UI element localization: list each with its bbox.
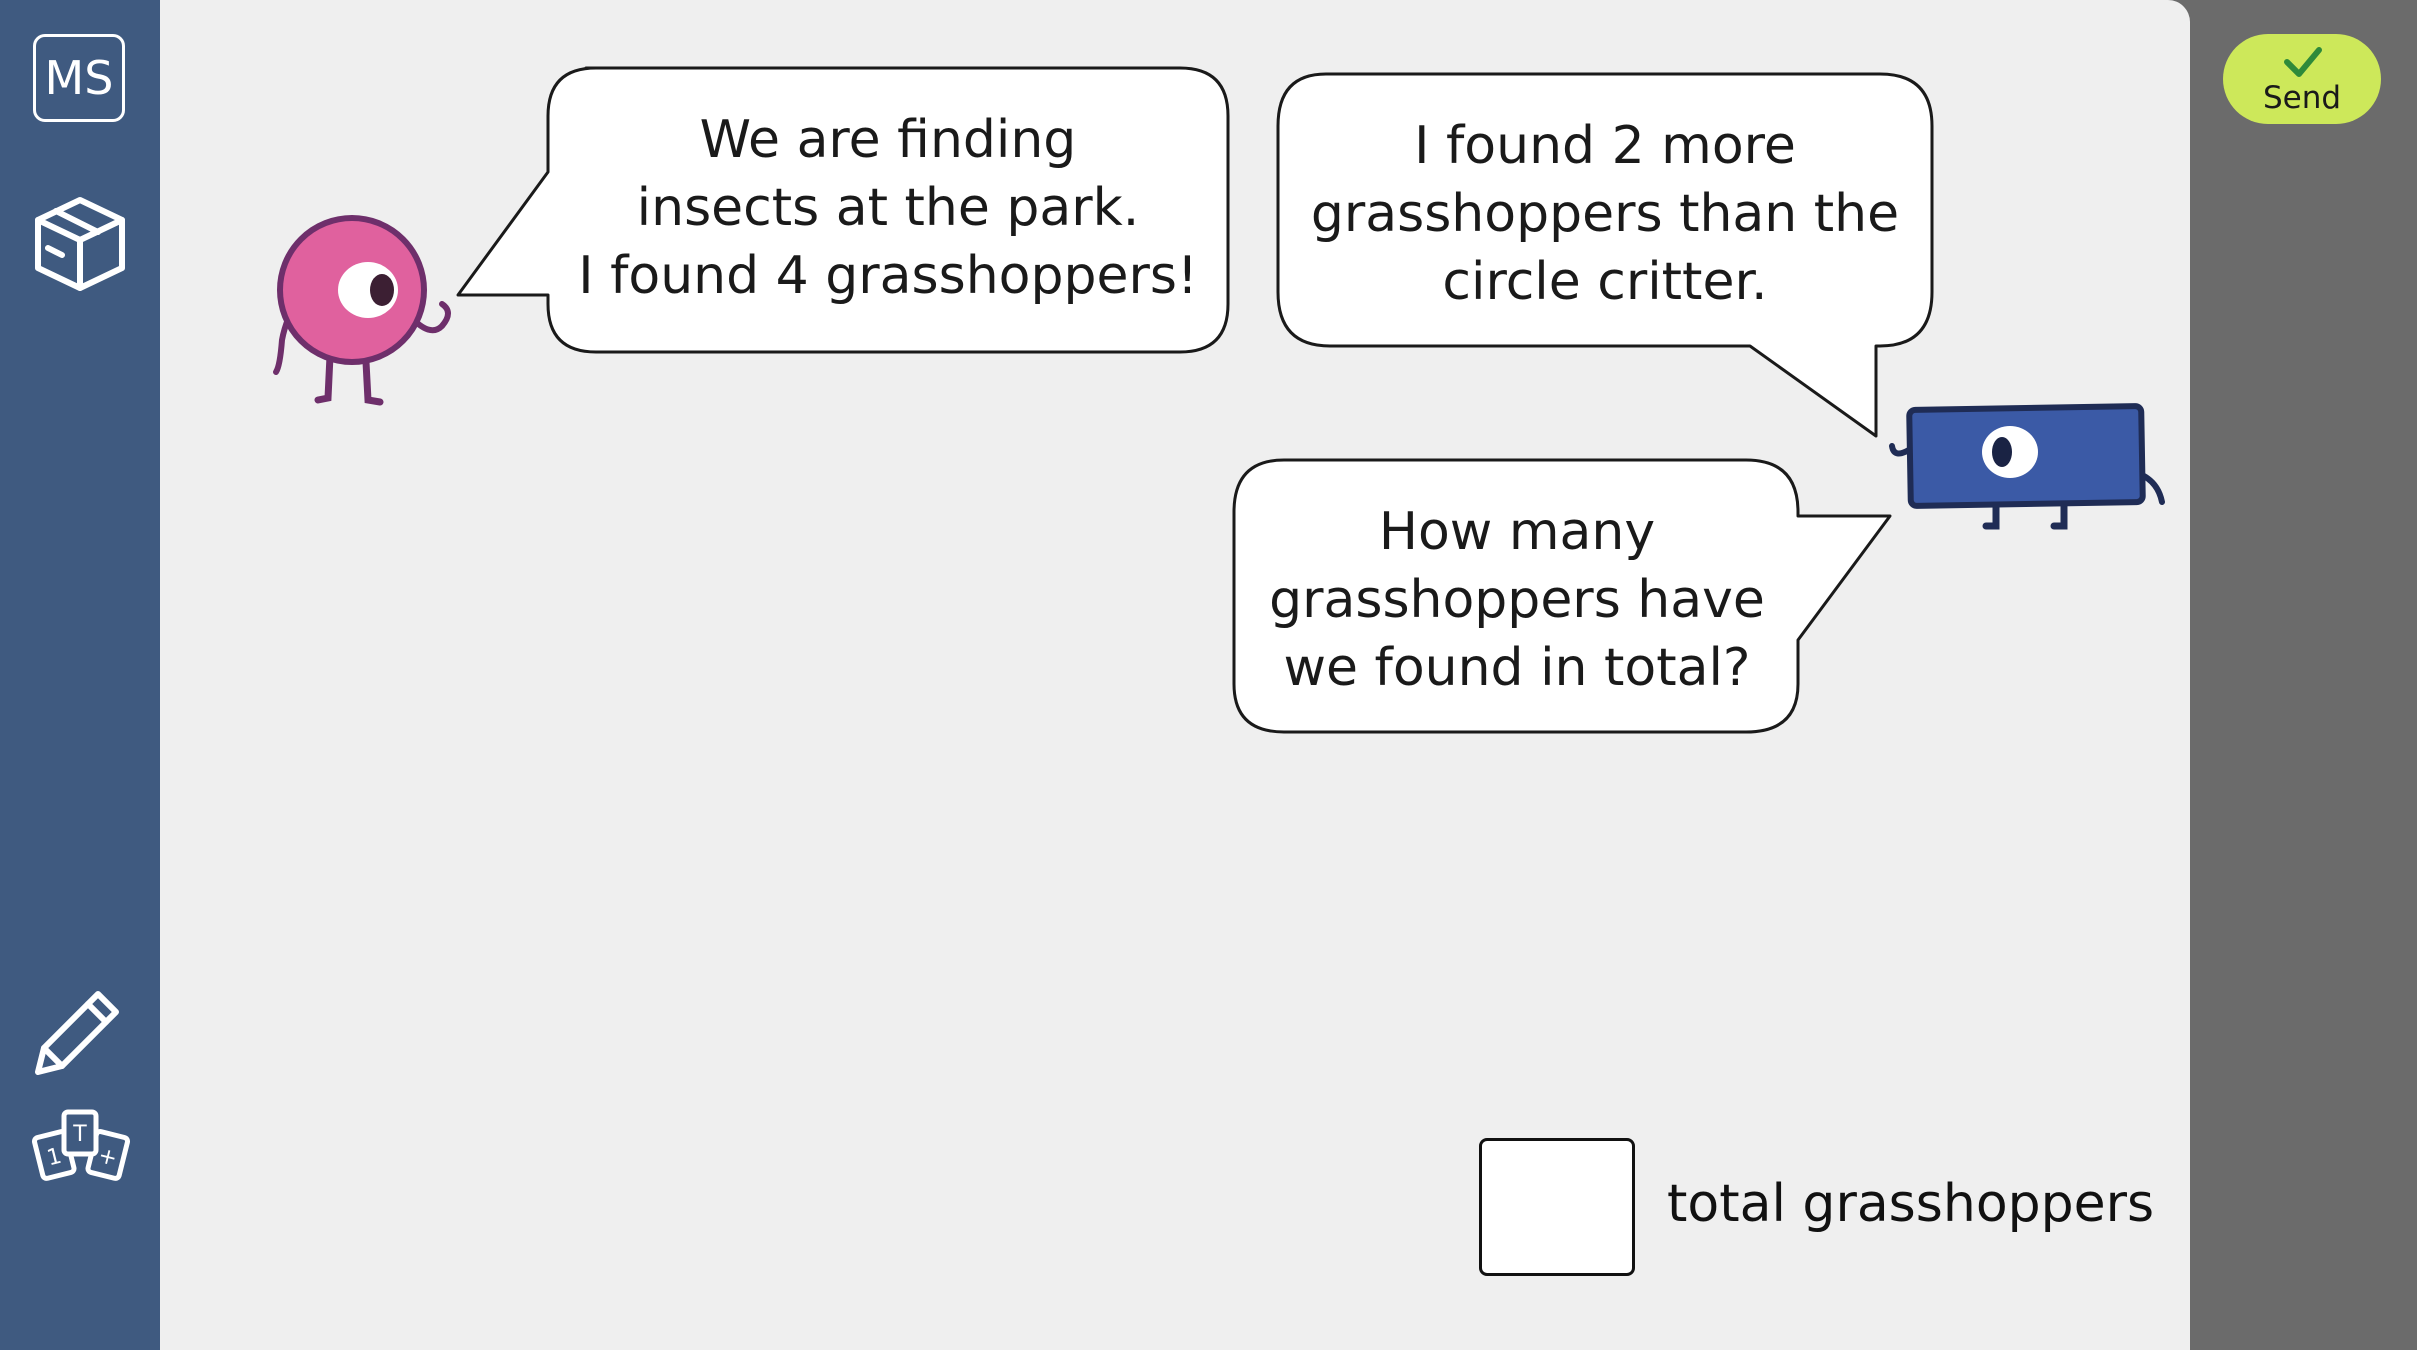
rectangle-critter-speech: I found 2 more grasshoppers than the cir… <box>1310 116 1900 312</box>
question-text: How many grasshoppers have we found in t… <box>1269 502 1765 698</box>
answer-label: total grasshoppers <box>1667 1174 2155 1234</box>
send-label: Send <box>2262 80 2342 116</box>
circle-critter-speech: We are finding insects at the park. I fo… <box>578 110 1198 306</box>
pencil-icon[interactable] <box>28 976 132 1080</box>
sidebar: MS 1 T + <box>0 0 160 1350</box>
user-initials-badge[interactable]: MS <box>33 34 125 122</box>
send-button[interactable]: Send <box>2223 34 2381 124</box>
svg-text:T: T <box>72 1122 87 1147</box>
answer-input[interactable] <box>1479 1138 1635 1276</box>
box-icon[interactable] <box>28 192 132 296</box>
number-cards-icon[interactable]: 1 T + <box>28 1098 132 1202</box>
checkmark-icon <box>2284 47 2322 77</box>
